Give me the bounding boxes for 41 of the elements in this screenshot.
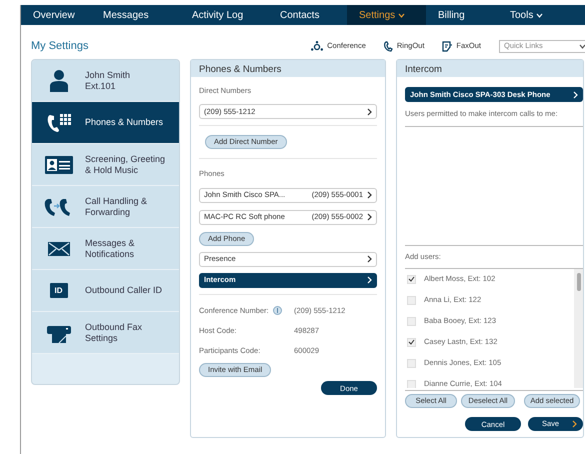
chevron-icon	[572, 420, 577, 428]
chevron-icon	[367, 213, 372, 221]
checkbox[interactable]	[407, 338, 416, 346]
checkbox[interactable]	[407, 380, 416, 388]
nav-tab[interactable]: Contacts	[268, 5, 347, 25]
sidebar-item[interactable]: Messages & Notifications	[32, 228, 179, 270]
checkbox[interactable]	[407, 274, 416, 284]
id-card-icon	[44, 156, 72, 174]
chevron-icon	[367, 191, 372, 199]
checkbox[interactable]	[407, 358, 416, 368]
nav-tab[interactable]: Settings	[347, 5, 426, 25]
chevron-icon	[367, 108, 372, 116]
phone-icon	[384, 40, 393, 52]
sidebar-item[interactable]: ID Outbound Caller ID	[32, 270, 179, 312]
scrollbar[interactable]	[574, 268, 583, 388]
nav-tab[interactable]: Tools	[498, 5, 581, 25]
panel-header: Phones & Numbers	[191, 60, 385, 77]
nav-tab[interactable]: Activity Log	[180, 5, 268, 25]
panel-header: Intercom	[397, 60, 583, 77]
fax-icon	[442, 40, 452, 52]
nav-tab[interactable]: Overview	[21, 5, 91, 25]
checkbox[interactable]	[407, 316, 416, 326]
nav-tab[interactable]: Billing	[426, 5, 498, 25]
chevron-icon	[367, 255, 372, 263]
caret-icon	[579, 44, 585, 48]
scrollbar-thumb[interactable]	[576, 272, 580, 290]
chevron-icon	[573, 90, 578, 98]
conference-icon	[311, 41, 324, 51]
sidebar-item[interactable]: John Smith Ext.101	[32, 60, 179, 102]
person-icon	[50, 70, 68, 92]
phone-keypad-icon	[46, 112, 70, 134]
chevron-icon	[367, 276, 372, 284]
id-badge-icon: ID	[50, 282, 68, 298]
sidebar-item[interactable]: Call Handling & Forwarding	[32, 186, 179, 228]
nav-tab[interactable]: Messages	[91, 5, 180, 25]
page-title: My Settings	[31, 38, 88, 54]
sidebar-item[interactable]: Outbound Fax Settings	[32, 312, 179, 354]
checkbox[interactable]	[407, 296, 416, 304]
sidebar-item[interactable]: Phones & Numbers	[32, 102, 179, 144]
envelope-icon	[48, 242, 70, 256]
sidebar-item[interactable]: Screening, Greeting & Hold Music	[32, 144, 179, 186]
